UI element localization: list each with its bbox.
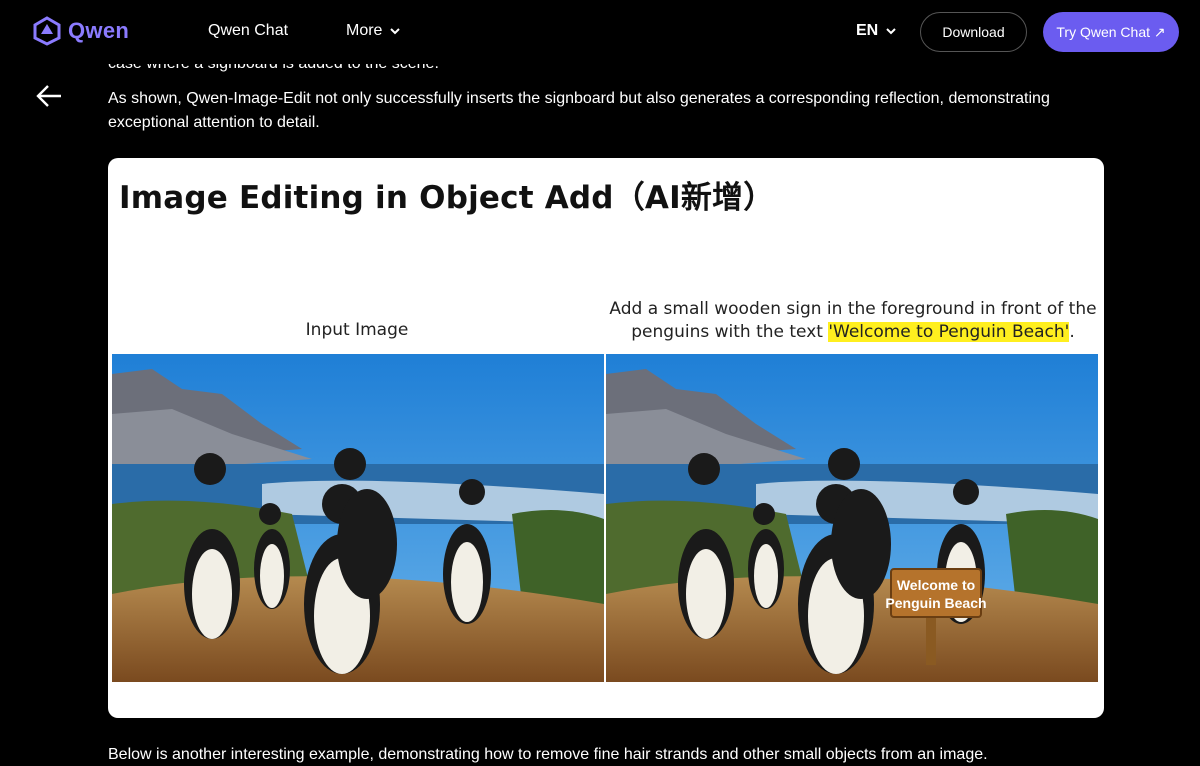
input-image-caption: Input Image — [305, 320, 409, 340]
qwen-logo[interactable]: Qwen — [32, 16, 129, 46]
nav-qwen-chat[interactable]: Qwen Chat — [208, 22, 288, 40]
download-button[interactable]: Download — [920, 12, 1027, 52]
nav-more-dropdown[interactable]: More — [346, 22, 401, 40]
article-paragraph-next: Below is another interesting example, de… — [108, 746, 988, 763]
back-arrow-icon[interactable] — [34, 82, 64, 110]
edited-image: Welcome to Penguin Beach — [606, 354, 1098, 682]
input-image — [112, 354, 604, 682]
qwen-logo-icon — [33, 16, 61, 46]
penguins-with-sign-photo: Welcome to Penguin Beach — [606, 354, 1098, 682]
top-nav-bar: Qwen Qwen Chat More EN Download Try Qwen… — [0, 0, 1200, 64]
penguins-photo — [112, 354, 604, 682]
sign-text-line1: Welcome to — [897, 577, 975, 593]
nav-qwen-chat-label: Qwen Chat — [208, 22, 289, 39]
article-text-cut-line: case where a signboard is added to the s… — [108, 64, 1088, 76]
edit-prompt-end: . — [1069, 322, 1075, 342]
sign-text-line2: Penguin Beach — [885, 595, 986, 611]
article-text-cut: case where a signboard is added to the s… — [108, 64, 1088, 86]
try-qwen-chat-label: Try Qwen Chat ↗ — [1056, 23, 1166, 40]
language-selector[interactable]: EN — [856, 22, 896, 40]
nav-more-label: More — [346, 22, 383, 39]
chevron-down-icon — [886, 28, 896, 35]
logo-text: Qwen — [68, 18, 130, 43]
article-paragraph: As shown, Qwen-Image-Edit not only succe… — [108, 90, 1050, 131]
download-button-label: Download — [942, 24, 1005, 40]
language-label: EN — [856, 22, 879, 39]
chevron-down-icon — [390, 28, 401, 35]
card-title: Image Editing in Object Add（AI新增） — [119, 180, 775, 216]
image-editing-card: Image Editing in Object Add（AI新增） Input … — [108, 158, 1104, 718]
edit-prompt-caption: Add a small wooden sign in the foregroun… — [608, 298, 1098, 344]
edit-prompt-highlight: 'Welcome to Penguin Beach' — [828, 322, 1070, 342]
try-qwen-chat-button[interactable]: Try Qwen Chat ↗ — [1043, 12, 1179, 52]
